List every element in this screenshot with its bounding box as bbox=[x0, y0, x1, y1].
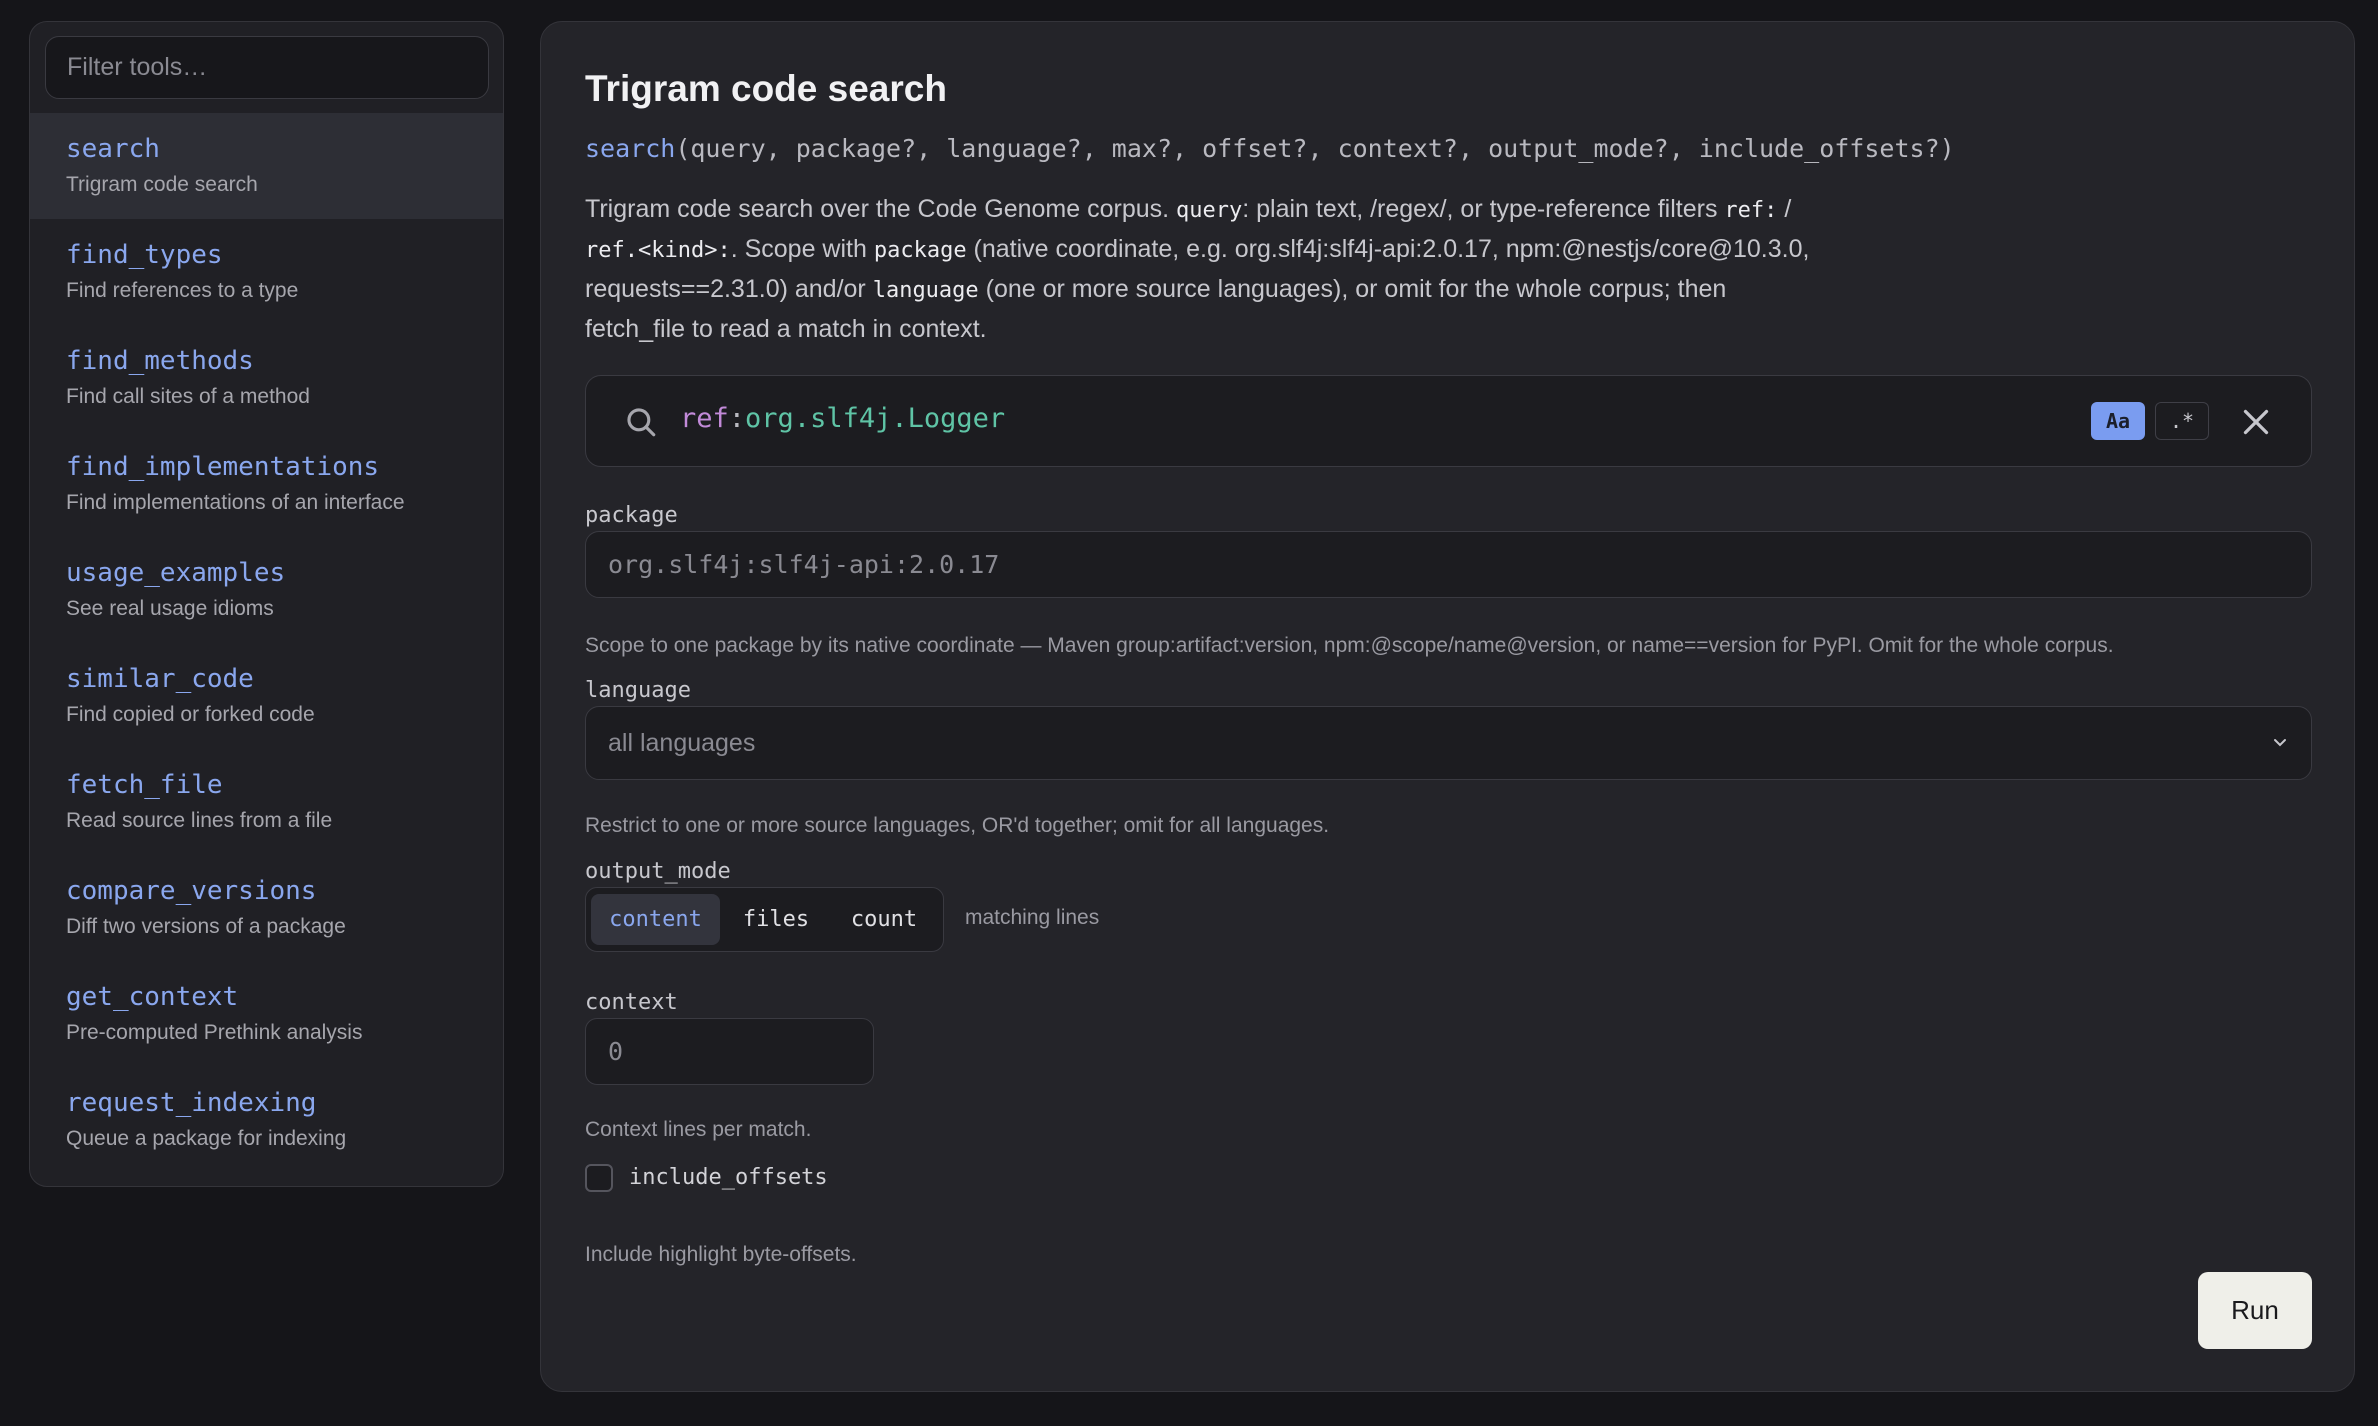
language-select-value: all languages bbox=[608, 728, 756, 757]
chevron-down-icon bbox=[2274, 739, 2286, 747]
desc-code: query bbox=[1176, 198, 1243, 223]
sidebar-item-search[interactable]: search Trigram code search bbox=[30, 113, 503, 219]
desc-code: package bbox=[873, 238, 967, 263]
tool-description: Read source lines from a file bbox=[66, 809, 333, 832]
desc-code: language bbox=[872, 278, 979, 303]
tool-list: search Trigram code search find_types Fi… bbox=[30, 113, 503, 1173]
query-filter-prefix: ref bbox=[680, 403, 729, 434]
tool-name: search bbox=[66, 134, 160, 164]
tool-description: Pre-computed Prethink analysis bbox=[66, 1021, 363, 1044]
sidebar-item-find-implementations[interactable]: find_implementations Find implementation… bbox=[30, 431, 503, 537]
include-offsets-label[interactable]: include_offsets bbox=[629, 1165, 828, 1190]
output-mode-count[interactable]: count bbox=[832, 894, 936, 945]
tool-description: Find references to a type bbox=[66, 279, 299, 302]
context-input[interactable]: 0 bbox=[585, 1018, 874, 1085]
sidebar-item-compare-versions[interactable]: compare_versions Diff two versions of a … bbox=[30, 855, 503, 961]
tool-description: Diff two versions of a package bbox=[66, 915, 346, 938]
tool-description-text: Trigram code search over the Code Genome… bbox=[585, 190, 1815, 349]
language-hint: Restrict to one or more source languages… bbox=[585, 814, 1330, 837]
language-select[interactable]: all languages bbox=[585, 706, 2312, 780]
function-signature: search(query, package?, language?, max?,… bbox=[585, 134, 1955, 163]
output-mode-files[interactable]: files bbox=[724, 894, 828, 945]
query-search-box[interactable]: ref:org.slf4j.Logger Aa .* bbox=[585, 375, 2312, 467]
package-hint: Scope to one package by its native coord… bbox=[585, 634, 2114, 657]
tool-panel: Trigram code search search(query, packag… bbox=[540, 21, 2355, 1392]
tool-name: get_context bbox=[66, 982, 239, 1012]
sidebar-item-request-indexing[interactable]: request_indexing Queue a package for ind… bbox=[30, 1067, 503, 1173]
run-button[interactable]: Run bbox=[2198, 1272, 2312, 1349]
filter-tools-input[interactable]: Filter tools… bbox=[45, 36, 489, 99]
desc-text: . Scope with bbox=[730, 235, 874, 263]
desc-code: ref: bbox=[1724, 198, 1778, 223]
query-filter-colon: : bbox=[728, 403, 746, 434]
package-input[interactable]: org.slf4j:slf4j-api:2.0.17 bbox=[585, 531, 2312, 598]
desc-text: Trigram code search over the Code Genome… bbox=[585, 195, 1177, 223]
tool-description: Trigram code search bbox=[66, 173, 258, 196]
sidebar-item-get-context[interactable]: get_context Pre-computed Prethink analys… bbox=[30, 961, 503, 1067]
desc-code: ref.<kind>: bbox=[585, 238, 731, 263]
tool-name: compare_versions bbox=[66, 876, 317, 906]
tool-name: find_methods bbox=[66, 346, 254, 376]
tool-sidebar: Filter tools… search Trigram code search… bbox=[29, 21, 504, 1187]
tool-name: fetch_file bbox=[66, 770, 223, 800]
package-label: package bbox=[585, 503, 678, 528]
close-icon[interactable] bbox=[2238, 404, 2274, 440]
desc-text: : plain text, /regex/, or type-reference… bbox=[1242, 195, 1725, 223]
desc-text: / bbox=[1777, 195, 1792, 223]
sidebar-item-find-methods[interactable]: find_methods Find call sites of a method bbox=[30, 325, 503, 431]
tool-description: See real usage idioms bbox=[66, 597, 274, 620]
query-filter-value: org.slf4j.Logger bbox=[745, 403, 1006, 434]
search-icon bbox=[627, 408, 656, 437]
query-input[interactable]: ref:org.slf4j.Logger bbox=[680, 403, 1005, 434]
tool-name: usage_examples bbox=[66, 558, 286, 588]
output-mode-note: matching lines bbox=[965, 906, 1100, 929]
tool-name: find_implementations bbox=[66, 452, 380, 482]
tool-description: Find call sites of a method bbox=[66, 385, 310, 408]
tool-description: Queue a package for indexing bbox=[66, 1127, 347, 1150]
language-label: language bbox=[585, 678, 691, 703]
sidebar-item-similar-code[interactable]: similar_code Find copied or forked code bbox=[30, 643, 503, 749]
signature-function-name: search bbox=[585, 134, 676, 163]
signature-arguments: (query, package?, language?, max?, offse… bbox=[675, 134, 1955, 163]
tool-name: request_indexing bbox=[66, 1088, 317, 1118]
output-mode-selector: content files count bbox=[585, 887, 944, 952]
regex-toggle[interactable]: .* bbox=[2155, 402, 2209, 440]
tool-name: similar_code bbox=[66, 664, 254, 694]
tool-name: find_types bbox=[66, 240, 223, 270]
context-hint: Context lines per match. bbox=[585, 1118, 812, 1141]
include-offsets-hint: Include highlight byte-offsets. bbox=[585, 1243, 857, 1266]
tool-description: Find implementations of an interface bbox=[66, 491, 405, 514]
sidebar-item-fetch-file[interactable]: fetch_file Read source lines from a file bbox=[30, 749, 503, 855]
sidebar-item-find-types[interactable]: find_types Find references to a type bbox=[30, 219, 503, 325]
output-mode-content[interactable]: content bbox=[591, 894, 720, 945]
context-label: context bbox=[585, 990, 678, 1015]
sidebar-item-usage-examples[interactable]: usage_examples See real usage idioms bbox=[30, 537, 503, 643]
tool-description: Find copied or forked code bbox=[66, 703, 315, 726]
output-mode-label: output_mode bbox=[585, 859, 731, 884]
case-sensitive-toggle[interactable]: Aa bbox=[2091, 402, 2145, 440]
page-title: Trigram code search bbox=[585, 68, 947, 109]
include-offsets-checkbox[interactable] bbox=[585, 1164, 613, 1192]
